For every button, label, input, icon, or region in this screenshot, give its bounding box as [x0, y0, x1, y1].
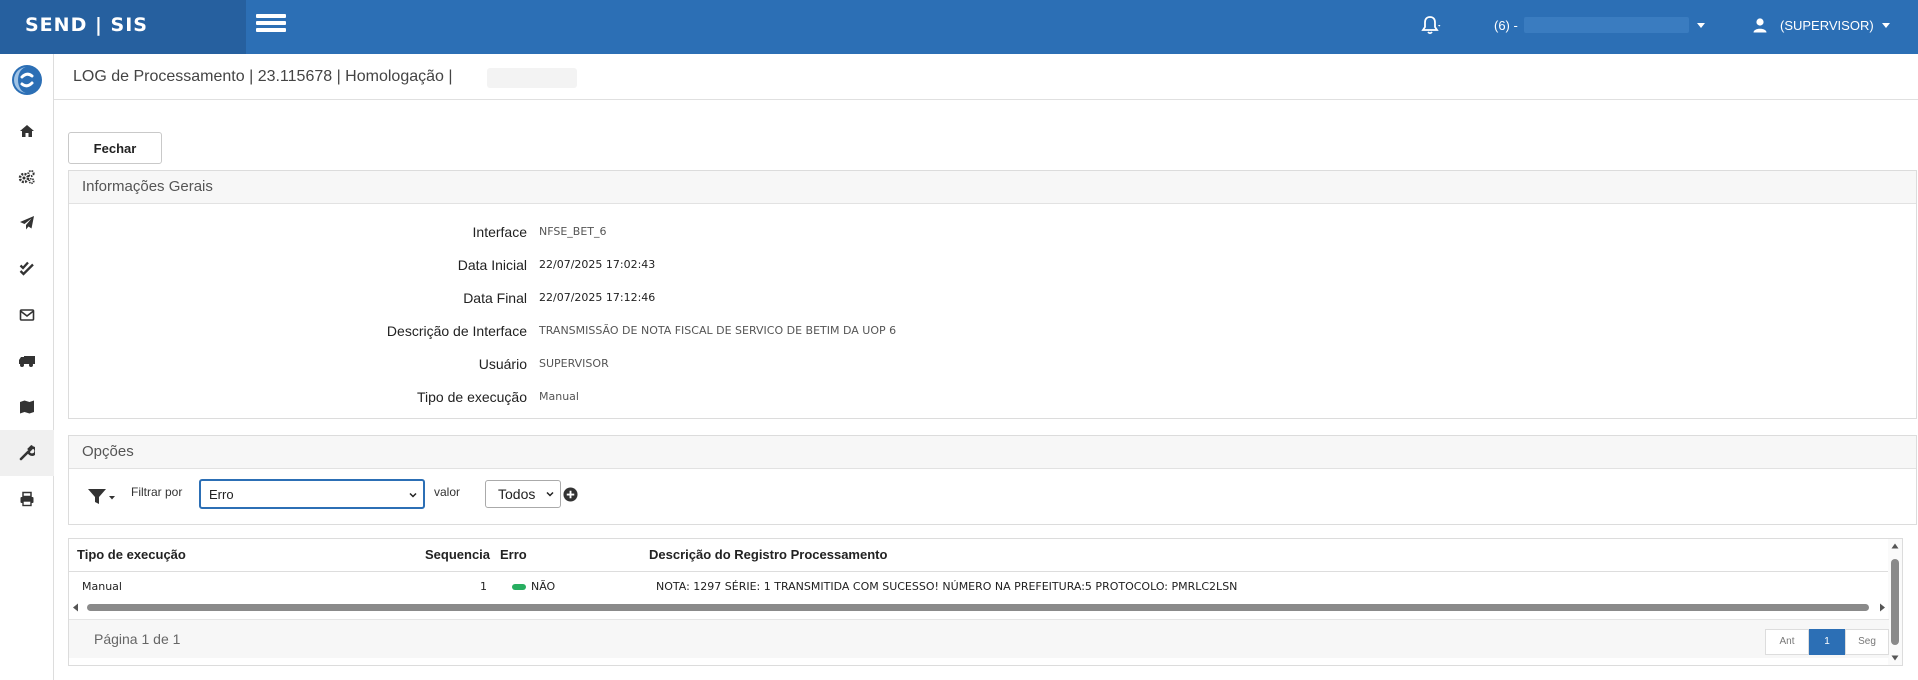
column-header-erro[interactable]: Erro	[500, 547, 527, 562]
general-info-panel: Informações Gerais Interface NFSE_BET_6 …	[68, 170, 1917, 419]
column-header-sequencia[interactable]: Sequencia	[425, 547, 490, 562]
scroll-left-arrow-icon[interactable]	[72, 603, 80, 612]
next-page-button[interactable]: Seg	[1845, 629, 1889, 655]
pagination: Ant 1 Seg	[1765, 629, 1889, 655]
column-header-descricao[interactable]: Descrição do Registro Processamento	[649, 547, 887, 562]
info-label: Interface	[472, 224, 527, 240]
page-header: LOG de Processamento | 23.115678 | Homol…	[54, 54, 1918, 100]
sidebar	[0, 54, 54, 680]
info-value: TRANSMISSÃO DE NOTA FISCAL DE SERVICO DE…	[539, 324, 897, 337]
map-icon	[20, 400, 34, 414]
cell-descricao: NOTA: 1297 SÉRIE: 1 TRANSMITIDA COM SUCE…	[656, 580, 1238, 593]
info-label: Data Inicial	[457, 257, 527, 273]
value-label: valor	[434, 485, 461, 499]
info-row-data-final: Data Final 22/07/2025 17:12:46	[69, 290, 1916, 312]
chevron-down-icon	[1881, 22, 1890, 28]
vertical-scrollbar[interactable]	[1888, 539, 1902, 665]
table-row[interactable]: Manual 1 NÃO NOTA: 1297 SÉRIE: 1 TRANSMI…	[69, 572, 1889, 600]
vertical-scrollbar-thumb[interactable]	[1891, 559, 1899, 645]
sidebar-item-print[interactable]	[0, 476, 54, 522]
info-row-descricao: Descrição de Interface TRANSMISSÃO DE NO…	[69, 323, 1916, 345]
envelope-icon	[19, 309, 35, 321]
double-check-icon	[19, 261, 34, 276]
previous-page-button[interactable]: Ant	[1765, 629, 1809, 655]
filter-icon[interactable]	[87, 487, 117, 507]
main-content: LOG de Processamento | 23.115678 | Homol…	[54, 54, 1918, 680]
filter-value-text: Todos	[498, 486, 536, 502]
wrench-icon	[19, 445, 35, 461]
horizontal-scrollbar-thumb[interactable]	[87, 604, 1869, 611]
current-page-button[interactable]: 1	[1809, 629, 1845, 655]
info-value: Manual	[539, 390, 579, 403]
sidebar-item-tools[interactable]	[0, 430, 54, 476]
cell-erro: NÃO	[512, 580, 555, 593]
scroll-up-arrow-icon[interactable]	[1891, 542, 1899, 550]
status-indicator	[512, 584, 526, 590]
printer-icon	[20, 491, 34, 507]
info-label: Usuário	[478, 356, 527, 372]
log-table: Tipo de execução Sequencia Erro Descriçã…	[68, 538, 1903, 666]
filter-value-select[interactable]: Todos	[485, 480, 561, 508]
close-button[interactable]: Fechar	[68, 132, 162, 164]
page-title: LOG de Processamento | 23.115678 | Homol…	[73, 68, 453, 85]
menu-toggle-icon[interactable]	[256, 14, 286, 36]
company-logo-icon[interactable]	[11, 64, 43, 96]
sidebar-item-maps[interactable]	[0, 384, 54, 430]
filter-field-value: Erro	[209, 487, 234, 502]
scroll-down-arrow-icon[interactable]	[1891, 654, 1899, 662]
sidebar-item-home[interactable]	[0, 108, 54, 154]
info-row-data-inicial: Data Inicial 22/07/2025 17:02:43	[69, 257, 1916, 279]
filter-by-label: Filtrar por	[131, 485, 183, 499]
organization-name-redacted	[1523, 17, 1689, 33]
user-menu[interactable]: (SUPERVISOR)	[1752, 17, 1890, 33]
sidebar-item-send[interactable]	[0, 200, 54, 246]
info-row-usuario: Usuário SUPERVISOR	[69, 356, 1916, 378]
table-header: Tipo de execução Sequencia Erro Descriçã…	[69, 539, 1889, 572]
pagination-text: Página 1 de 1	[94, 631, 181, 647]
info-label: Tipo de execução	[417, 389, 527, 405]
notifications-bell-icon[interactable]	[1418, 14, 1442, 38]
top-bar: SEND | SIS (6) - (SUPERVISOR)	[0, 0, 1918, 54]
horizontal-scrollbar[interactable]	[69, 601, 1889, 613]
chevron-down-icon	[409, 492, 417, 498]
cell-tipo: Manual	[82, 580, 122, 593]
organization-selector[interactable]: (6) -	[1494, 17, 1705, 33]
filter-bar: Filtrar por Erro valor Todos	[69, 469, 1916, 523]
environment-name-redacted	[487, 68, 577, 88]
brand-logo[interactable]: SEND | SIS	[0, 0, 246, 54]
cell-sequencia: 1	[480, 580, 487, 593]
sidebar-item-approvals[interactable]	[0, 246, 54, 292]
info-row-interface: Interface NFSE_BET_6	[69, 224, 1916, 246]
organization-label: (6) -	[1494, 17, 1518, 33]
chevron-down-icon	[546, 491, 554, 497]
scroll-right-arrow-icon[interactable]	[1878, 603, 1886, 612]
paper-plane-icon	[20, 216, 34, 230]
filter-field-select[interactable]: Erro	[199, 479, 425, 509]
cell-erro-text: NÃO	[531, 580, 556, 593]
home-icon	[20, 125, 34, 137]
options-title: Opções	[69, 436, 1916, 469]
user-label: (SUPERVISOR)	[1780, 17, 1874, 33]
sidebar-item-settings[interactable]	[0, 154, 54, 200]
gears-icon	[18, 169, 35, 185]
sidebar-item-transport[interactable]	[0, 338, 54, 384]
info-value: 22/07/2025 17:12:46	[539, 291, 656, 304]
chevron-down-icon	[1696, 22, 1705, 28]
pagination-bar: Página 1 de 1 Ant 1 Seg	[69, 619, 1889, 658]
sidebar-item-messages[interactable]	[0, 292, 54, 338]
info-value: SUPERVISOR	[539, 357, 609, 370]
info-value: 22/07/2025 17:02:43	[539, 258, 656, 271]
info-label: Data Final	[463, 290, 527, 306]
column-header-tipo[interactable]: Tipo de execução	[77, 547, 186, 562]
add-filter-icon[interactable]	[563, 487, 578, 502]
info-value: NFSE_BET_6	[539, 225, 607, 238]
options-panel: Opções Filtrar por Erro valor Todos	[68, 435, 1917, 525]
info-label: Descrição de Interface	[386, 323, 527, 339]
info-row-tipo-execucao: Tipo de execução Manual	[69, 389, 1916, 411]
user-icon	[1753, 18, 1767, 33]
general-info-title: Informações Gerais	[69, 171, 1916, 204]
truck-icon	[19, 356, 35, 367]
